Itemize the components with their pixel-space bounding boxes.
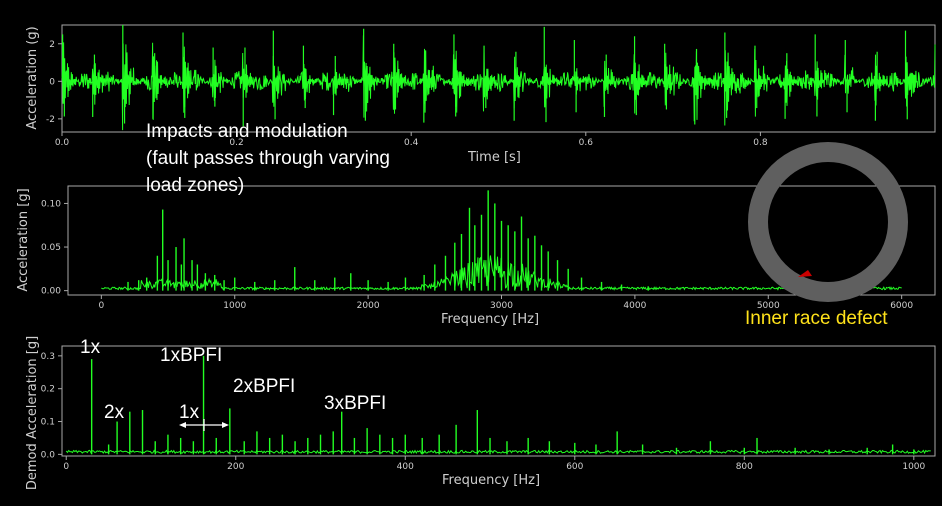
demod-x-ticks: 0 200 400 600 800 1000: [63, 456, 926, 472]
spectrum-y-ticks: 0.10 0.05 0.00: [41, 199, 68, 297]
x-tick-label: 1000: [902, 462, 925, 472]
x-tick-label: 0.0: [55, 138, 70, 148]
x-tick-label: 0.4: [404, 138, 419, 148]
x-tick-label: 1000: [223, 301, 246, 311]
y-tick-label: 2: [49, 40, 55, 50]
time-y-axis-label: Acceleration (g): [25, 26, 40, 129]
spectrum-x-axis-label: Frequency [Hz]: [441, 312, 539, 327]
x-tick-label: 0.8: [753, 138, 768, 148]
x-tick-label: 4000: [623, 301, 646, 311]
y-tick-label: -2: [46, 115, 55, 125]
x-tick-label: 200: [227, 462, 244, 472]
time-y-ticks: 2 0 -2: [46, 40, 62, 125]
x-tick-label: 6000: [890, 301, 913, 311]
label-1xbpfi: 1xBPFI: [160, 345, 222, 366]
x-tick-label: 600: [566, 462, 583, 472]
time-signal-line: [61, 35, 936, 131]
x-tick-label: 0: [98, 301, 104, 311]
x-tick-label: 0.6: [579, 138, 594, 148]
x-tick-label: 400: [397, 462, 414, 472]
demod-y-ticks: 0.3 0.2 0.1 0.0: [41, 352, 62, 460]
time-x-axis-label: Time [s]: [467, 150, 521, 165]
vibration-analysis-figure: 0.0 0.2 0.4 0.6 0.8 2 0 -2 Time [s] Accelerati…: [16, 24, 936, 490]
y-tick-label: 0.1: [41, 418, 55, 428]
time-waveform-panel: 0.0 0.2 0.4 0.6 0.8 20-2 Time [s] Accelerati…: [25, 24, 936, 165]
y-tick-label: 0.00: [41, 287, 61, 297]
y-tick-label: 0.2: [41, 385, 55, 395]
y-tick-label: 0.0: [41, 450, 56, 460]
impacts-annotation-line3: load zones): [146, 175, 244, 196]
spectrum-floor-line: [65, 449, 931, 455]
x-tick-label: 800: [736, 462, 753, 472]
demod-x-axis-label: Frequency [Hz]: [442, 473, 540, 488]
label-1x-interval: 1x: [179, 402, 200, 423]
x-tick-label: 3000: [490, 301, 513, 311]
impacts-annotation-line1: Impacts and modulation: [146, 121, 348, 142]
y-tick-label: 0.3: [41, 352, 55, 362]
defect-marker: [798, 270, 812, 277]
label-2xbpfi: 2xBPFI: [233, 376, 295, 397]
label-2x: 2x: [104, 402, 125, 423]
inner-race-defect-label: Inner race defect: [745, 308, 888, 329]
time-signal-trace: [61, 25, 936, 131]
bearing-ring-illustration: [748, 142, 908, 302]
inner-race-ring: [748, 142, 908, 302]
demod-y-axis-label: Demod Acceleration [g]: [25, 336, 40, 490]
x-tick-label: 0: [63, 462, 69, 472]
spectrum-y-axis-label: Acceleration [g]: [16, 188, 31, 291]
spectrum-panel: 0 1000 2000 3000 4000 5000 6000 0.100.050.00 F…: [16, 185, 936, 327]
y-tick-label: 0.10: [41, 199, 61, 209]
y-tick-label: 0.05: [41, 243, 61, 253]
impacts-annotation-line2: (fault passes through varying: [146, 148, 390, 169]
label-1x-top: 1x: [80, 337, 101, 358]
y-tick-label: 0: [49, 77, 55, 87]
x-tick-label: 2000: [357, 301, 380, 311]
label-3xbpfi: 3xBPFI: [324, 393, 386, 414]
